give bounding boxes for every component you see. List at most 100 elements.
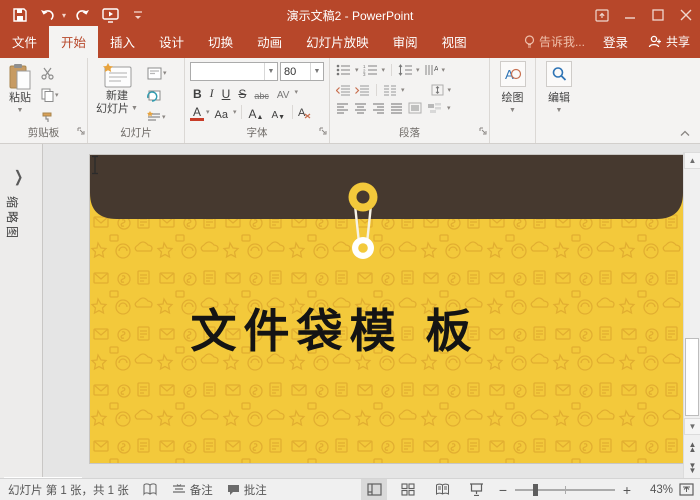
next-slide-button[interactable]: ▼▼	[686, 463, 699, 477]
new-slide-button[interactable]: 新建 幻灯片▼	[92, 61, 142, 126]
slideshow-view-button[interactable]	[463, 479, 489, 500]
scrollbar-thumb[interactable]	[685, 338, 699, 416]
comments-button[interactable]: 批注	[227, 482, 267, 498]
section-dropdown-icon[interactable]: ▾	[162, 113, 166, 121]
decrease-indent-icon[interactable]	[336, 85, 351, 96]
customize-quick-access-icon[interactable]	[126, 4, 150, 26]
bullets-dropdown-icon[interactable]: ▾	[355, 66, 359, 74]
copy-button[interactable]: ▾	[39, 86, 61, 104]
tab-home[interactable]: 开始	[49, 26, 98, 58]
zoom-out-icon[interactable]: −	[497, 482, 509, 498]
paste-button[interactable]: 粘贴 ▼	[4, 61, 36, 126]
notes-button[interactable]: 备注	[172, 482, 213, 498]
text-shadow-button[interactable]: abc	[251, 83, 272, 101]
bold-button[interactable]: B	[190, 83, 205, 101]
grow-font-button[interactable]: A▲	[246, 103, 267, 121]
underline-button[interactable]: U	[219, 83, 234, 101]
character-spacing-dropdown-icon[interactable]: ▾	[294, 88, 298, 96]
sign-in-button[interactable]: 登录	[593, 26, 638, 58]
undo-icon[interactable]	[36, 4, 60, 26]
line-spacing-dropdown-icon[interactable]: ▾	[416, 66, 420, 74]
slide-sorter-view-button[interactable]	[395, 479, 421, 500]
paste-dropdown-icon[interactable]: ▼	[17, 105, 24, 117]
vertical-scrollbar[interactable]: ▲ ▼ ▲▲ ▼▼	[683, 152, 700, 478]
tab-animations[interactable]: 动画	[245, 26, 294, 58]
tab-view[interactable]: 视图	[430, 26, 479, 58]
bullets-icon[interactable]	[336, 64, 351, 76]
zoom-slider-thumb[interactable]	[533, 484, 538, 496]
drawing-button[interactable]: A 绘图 ▼	[490, 58, 535, 114]
zoom-in-icon[interactable]: +	[621, 482, 633, 498]
font-name-combobox[interactable]: ▼	[190, 62, 278, 81]
clipboard-dialog-launcher-icon[interactable]	[77, 125, 85, 140]
character-spacing-button[interactable]: AV	[274, 83, 293, 101]
tab-insert[interactable]: 插入	[98, 26, 147, 58]
font-size-dropdown-icon[interactable]: ▼	[310, 63, 323, 80]
tab-transitions[interactable]: 切换	[196, 26, 245, 58]
tab-slideshow[interactable]: 幻灯片放映	[294, 26, 381, 58]
copy-dropdown-icon[interactable]: ▾	[55, 91, 59, 99]
columns-dropdown-icon[interactable]: ▾	[401, 86, 405, 94]
clear-formatting-icon[interactable]: A	[297, 105, 311, 119]
drawing-dropdown-icon[interactable]: ▼	[509, 107, 516, 114]
distribute-icon[interactable]	[408, 102, 422, 114]
tell-me-box[interactable]: 告诉我...	[516, 27, 593, 57]
numbering-icon[interactable]: 123	[363, 64, 378, 76]
save-icon[interactable]	[8, 4, 32, 26]
start-slideshow-icon[interactable]	[98, 4, 122, 26]
justify-icon[interactable]	[390, 103, 403, 114]
change-case-button[interactable]: Aa	[212, 103, 231, 121]
slide-title-text[interactable]: 文件袋模 板	[190, 295, 478, 361]
spellcheck-icon[interactable]	[143, 483, 158, 496]
tab-file[interactable]: 文件	[0, 26, 49, 58]
new-slide-dropdown-icon[interactable]: ▼	[131, 103, 138, 115]
italic-button[interactable]: I	[207, 83, 217, 101]
reading-view-button[interactable]	[429, 479, 455, 500]
font-dialog-launcher-icon[interactable]	[319, 125, 327, 140]
layout-dropdown-icon[interactable]: ▾	[163, 69, 167, 77]
increase-indent-icon[interactable]	[355, 85, 370, 96]
scroll-up-icon[interactable]: ▲	[684, 152, 700, 169]
text-direction-icon[interactable]: A	[424, 64, 438, 76]
font-color-button[interactable]: A	[190, 103, 204, 121]
font-name-dropdown-icon[interactable]: ▼	[264, 63, 277, 80]
text-direction-dropdown-icon[interactable]: ▾	[442, 66, 446, 74]
strikethrough-button[interactable]: S	[235, 83, 249, 101]
zoom-slider[interactable]	[515, 489, 615, 491]
change-case-dropdown-icon[interactable]: ▾	[233, 108, 237, 116]
align-left-icon[interactable]	[336, 103, 349, 114]
slide-canvas[interactable]: 文件袋模 板	[90, 155, 683, 463]
undo-dropdown-icon[interactable]: ▾	[62, 11, 66, 20]
align-text-dropdown-icon[interactable]: ▾	[448, 86, 452, 94]
align-center-icon[interactable]	[354, 103, 367, 114]
paragraph-dialog-launcher-icon[interactable]	[479, 125, 487, 140]
fit-slide-to-window-icon[interactable]	[679, 483, 694, 496]
format-painter-button[interactable]	[39, 108, 61, 126]
font-color-dropdown-icon[interactable]: ▾	[206, 108, 210, 116]
scroll-down-icon[interactable]: ▼	[684, 418, 700, 435]
collapse-ribbon-icon[interactable]	[680, 126, 690, 140]
font-size-combobox[interactable]: 80 ▼	[280, 62, 324, 81]
tab-review[interactable]: 审阅	[381, 26, 430, 58]
expand-thumbnails-icon[interactable]: ❯	[14, 167, 23, 185]
section-button[interactable]: ▾	[145, 108, 169, 126]
convert-smartart-icon[interactable]	[427, 102, 442, 114]
reset-button[interactable]	[145, 86, 169, 104]
previous-slide-button[interactable]: ▲▲	[686, 442, 699, 456]
columns-icon[interactable]	[383, 85, 397, 96]
editing-button[interactable]: 编辑 ▼	[536, 58, 582, 114]
convert-smartart-dropdown-icon[interactable]: ▾	[447, 104, 451, 112]
thumbnail-pane-collapsed[interactable]: ❯ 缩略图	[0, 144, 43, 478]
align-text-icon[interactable]	[431, 84, 444, 96]
shrink-font-button[interactable]: A▼	[268, 103, 288, 121]
cut-button[interactable]	[39, 64, 61, 82]
layout-button[interactable]: ▾	[145, 64, 169, 82]
numbering-dropdown-icon[interactable]: ▾	[382, 66, 386, 74]
redo-icon[interactable]	[70, 4, 94, 26]
normal-view-button[interactable]	[361, 479, 387, 500]
tab-design[interactable]: 设计	[147, 26, 196, 58]
share-button[interactable]: 共享	[638, 27, 700, 57]
line-spacing-icon[interactable]	[398, 64, 412, 76]
editing-dropdown-icon[interactable]: ▼	[556, 107, 563, 114]
align-right-icon[interactable]	[372, 103, 385, 114]
